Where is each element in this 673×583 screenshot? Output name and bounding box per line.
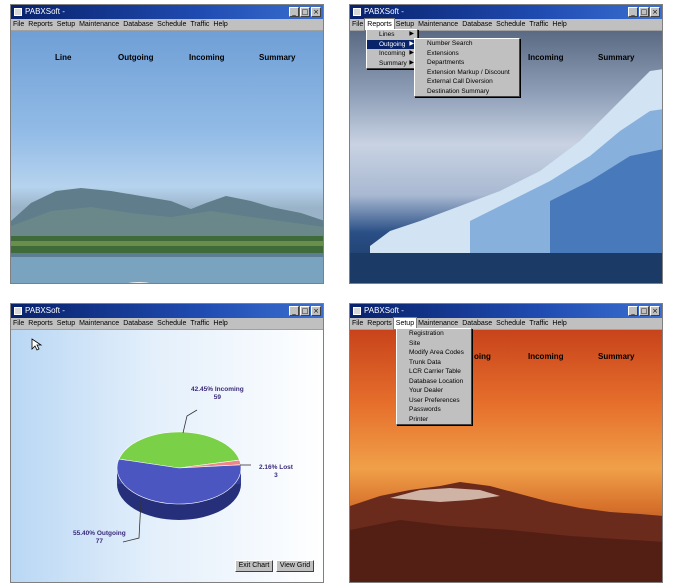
menu-item-database-location[interactable]: Database Location <box>397 377 471 387</box>
menu-bar: File Reports Setup Maintenance Database Sched… <box>11 318 323 330</box>
minimize-button[interactable]: _ <box>289 306 299 316</box>
view-grid-button[interactable]: View Grid <box>276 560 314 572</box>
maximize-button[interactable]: □ <box>639 7 649 17</box>
menu-item-external-call-diversion[interactable]: External Call Diversion <box>415 77 519 87</box>
header-incoming[interactable]: Incoming <box>528 53 564 62</box>
menu-schedule[interactable]: Schedule <box>155 318 188 329</box>
lake-background: Line Outgoing Incoming Summary <box>11 31 323 283</box>
menu-database[interactable]: Database <box>460 19 494 30</box>
app-icon <box>353 8 361 16</box>
header-summary[interactable]: Summary <box>259 53 295 62</box>
header-outgoing[interactable]: Outgoing <box>118 53 154 62</box>
menu-help[interactable]: Help <box>550 318 568 329</box>
leader-line-incoming <box>182 409 198 434</box>
menu-setup[interactable]: Setup <box>55 318 77 329</box>
menu-item-site[interactable]: Site <box>397 339 471 349</box>
menu-maintenance[interactable]: Maintenance <box>77 318 121 329</box>
close-button[interactable]: × <box>650 306 660 316</box>
label-incoming: 42.45% Incoming 59 <box>191 386 244 401</box>
menu-item-your-dealer[interactable]: Your Dealer <box>397 386 471 396</box>
menu-item-trunk-data[interactable]: Trunk Data <box>397 358 471 368</box>
window-title: PABXSoft - <box>25 7 65 16</box>
label-lost: 2.16% Lost 3 <box>259 464 293 479</box>
window-pie-chart: PABXSoft - _ □ × File Reports Setup Mainten… <box>10 303 324 583</box>
menu-item-summary[interactable]: Summary ▶ <box>367 59 417 69</box>
menu-item-destination-summary[interactable]: Destination Summary <box>415 87 519 97</box>
maximize-button[interactable]: □ <box>300 306 310 316</box>
menu-item-modify-area-codes[interactable]: Modify Area Codes <box>397 348 471 358</box>
menu-item-number-search[interactable]: Number Search <box>415 39 519 49</box>
header-outgoing[interactable]: oing <box>474 352 491 361</box>
menu-file[interactable]: File <box>350 19 365 30</box>
menu-schedule[interactable]: Schedule <box>494 318 527 329</box>
label-outgoing: 55.40% Outgoing 77 <box>73 530 126 545</box>
menu-maintenance[interactable]: Maintenance <box>416 19 460 30</box>
header-summary[interactable]: Summary <box>598 352 634 361</box>
menu-file[interactable]: File <box>11 19 26 30</box>
minimize-button[interactable]: _ <box>628 7 638 17</box>
title-bar[interactable]: PABXSoft - _ □ × <box>11 304 323 318</box>
header-summary[interactable]: Summary <box>598 53 634 62</box>
menu-traffic[interactable]: Traffic <box>188 19 211 30</box>
close-button[interactable]: × <box>311 7 321 17</box>
window-title: PABXSoft - <box>364 306 404 315</box>
header-incoming[interactable]: Incoming <box>528 352 564 361</box>
menu-database[interactable]: Database <box>121 318 155 329</box>
chart-area: 42.45% Incoming 59 2.16% Lost 3 55.40% O… <box>11 330 323 582</box>
lake-scene <box>11 188 323 283</box>
window-reports-menu: PABXSoft - _ □ × File Reports Setup Mainten… <box>349 4 663 284</box>
menu-database[interactable]: Database <box>121 19 155 30</box>
app-icon <box>14 307 22 315</box>
setup-dropdown: Registration Site Modify Area Codes Trun… <box>396 328 472 425</box>
close-button[interactable]: × <box>650 7 660 17</box>
outgoing-submenu: Number Search Extensions Departments Ext… <box>414 38 520 97</box>
menu-item-lines[interactable]: Lines ▶ <box>367 30 417 40</box>
menu-item-extensions[interactable]: Extensions <box>415 49 519 59</box>
app-icon <box>14 8 22 16</box>
menu-reports[interactable]: Reports <box>26 318 55 329</box>
window-title: PABXSoft - <box>25 306 65 315</box>
title-bar[interactable]: PABXSoft - _ □ × <box>350 5 662 19</box>
menu-item-extension-markup[interactable]: Extension Markup / Discount <box>415 68 519 78</box>
menu-bar: File Reports Setup Maintenance Database Sched… <box>11 19 323 31</box>
menu-item-passwords[interactable]: Passwords <box>397 405 471 415</box>
window-title: PABXSoft - <box>364 7 404 16</box>
menu-item-outgoing[interactable]: Outgoing ▶ <box>367 39 417 49</box>
maximize-button[interactable]: □ <box>639 306 649 316</box>
menu-file[interactable]: File <box>350 318 365 329</box>
menu-help[interactable]: Help <box>211 318 229 329</box>
exit-chart-button[interactable]: Exit Chart <box>235 560 273 572</box>
menu-file[interactable]: File <box>11 318 26 329</box>
menu-help[interactable]: Help <box>550 19 568 30</box>
close-button[interactable]: × <box>311 306 321 316</box>
reports-dropdown: Lines ▶ Outgoing ▶ Incoming ▶ Summary ▶ <box>366 29 418 69</box>
minimize-button[interactable]: _ <box>289 7 299 17</box>
header-incoming[interactable]: Incoming <box>189 53 225 62</box>
menu-traffic[interactable]: Traffic <box>527 318 550 329</box>
menu-item-lcr-carrier-table[interactable]: LCR Carrier Table <box>397 367 471 377</box>
window-main-lake: PABXSoft - _ □ × File Reports Setup Mainten… <box>10 4 324 284</box>
menu-traffic[interactable]: Traffic <box>188 318 211 329</box>
maximize-button[interactable]: □ <box>300 7 310 17</box>
menu-maintenance[interactable]: Maintenance <box>77 19 121 30</box>
menu-item-registration[interactable]: Registration <box>397 329 471 339</box>
menu-item-printer[interactable]: Printer <box>397 415 471 425</box>
title-bar[interactable]: PABXSoft - _ □ × <box>350 304 662 318</box>
minimize-button[interactable]: _ <box>628 306 638 316</box>
menu-item-incoming[interactable]: Incoming ▶ <box>367 49 417 59</box>
menu-schedule[interactable]: Schedule <box>494 19 527 30</box>
pie-chart <box>116 409 251 543</box>
header-line[interactable]: Line <box>55 53 71 62</box>
menu-reports[interactable]: Reports <box>26 19 55 30</box>
window-setup-menu: PABXSoft - _ □ × File Reports Setup Mainten… <box>349 303 663 583</box>
menu-setup[interactable]: Setup <box>55 19 77 30</box>
menu-item-departments[interactable]: Departments <box>415 58 519 68</box>
menu-traffic[interactable]: Traffic <box>527 19 550 30</box>
menu-schedule[interactable]: Schedule <box>155 19 188 30</box>
menu-help[interactable]: Help <box>211 19 229 30</box>
title-bar[interactable]: PABXSoft - _ □ × <box>11 5 323 19</box>
menu-item-user-preferences[interactable]: User Preferences <box>397 396 471 406</box>
menu-reports[interactable]: Reports <box>365 318 394 329</box>
app-icon <box>353 307 361 315</box>
